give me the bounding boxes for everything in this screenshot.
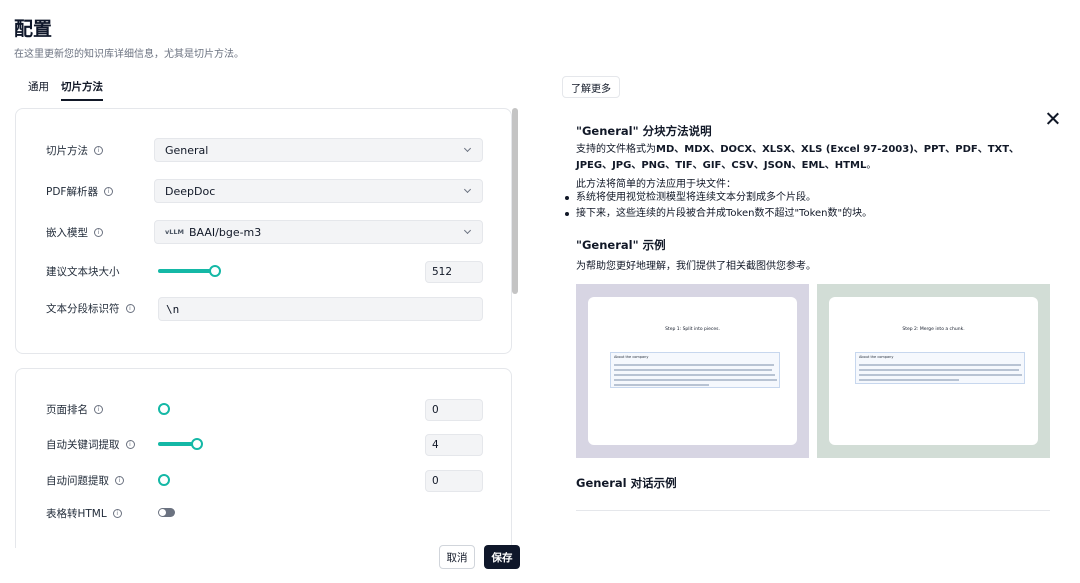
auto-keywords-label-text: 自动关键词提取 [46, 439, 120, 451]
auto-questions-input[interactable]: 0 [425, 470, 483, 492]
slider-thumb[interactable] [158, 403, 170, 415]
pdf-parser-label: PDF解析器 i [46, 184, 113, 199]
info-icon[interactable]: i [125, 304, 135, 313]
text-line [614, 374, 775, 376]
chunk-method-label: 切片方法 i [46, 143, 103, 158]
close-icon[interactable] [1046, 112, 1059, 125]
auto-questions-label: 自动问题提取 i [46, 473, 124, 488]
example-screenshot-step1: Step 1: Split into pieces. About the com… [576, 284, 809, 458]
chunk-method-label-text: 切片方法 [46, 145, 88, 157]
save-button[interactable]: 保存 [484, 545, 520, 569]
text-line [859, 374, 1022, 376]
info-icon[interactable]: i [94, 405, 103, 414]
page-subtitle: 在这里更新您的知识库详细信息，尤其是切片方法。 [14, 49, 244, 60]
example-description: 为帮助您更好地理解，我们提供了相关截图供您参考。 [576, 261, 816, 272]
slider-thumb[interactable] [191, 438, 203, 450]
slider-thumb[interactable] [158, 474, 170, 486]
toggle-knob [159, 509, 166, 516]
vllm-badge: vLLM [165, 228, 184, 236]
screenshot-excerpt: About the company [610, 352, 780, 388]
info-icon[interactable]: i [112, 509, 122, 518]
table-to-html-label-text: 表格转HTML [46, 508, 107, 520]
pdf-parser-value: DeepDoc [165, 184, 216, 198]
table-to-html-label: 表格转HTML i [46, 506, 122, 521]
page-rank-input[interactable]: 0 [425, 399, 483, 421]
method-title: "General" 分块方法说明 [576, 124, 712, 138]
text-line [614, 369, 772, 371]
chevron-down-icon [463, 185, 472, 194]
auto-questions-label-text: 自动问题提取 [46, 475, 109, 487]
auto-keywords-label: 自动关键词提取 i [46, 437, 135, 452]
screenshot-card: Step 2: Merge into a chunk. About the co… [829, 297, 1038, 445]
delimiter-input[interactable]: \n [158, 297, 483, 321]
pdf-parser-select[interactable]: DeepDoc [154, 179, 483, 203]
method-steps: 系统将使用视觉检测模型将连续文本分割成多个片段。 接下来，这些连续的片段被合并成… [562, 190, 872, 222]
form-scrollbar[interactable] [511, 108, 518, 534]
auto-keywords-input[interactable]: 4 [425, 434, 483, 456]
embedding-model-value: BAAI/bge-m3 [189, 225, 262, 239]
pdf-parser-label-text: PDF解析器 [46, 186, 98, 198]
page-title: 配置 [14, 18, 53, 40]
advanced-settings-card: 页面排名 i 0 自动关键词提取 i 4 自动问题提取 i 0 表格转HTML … [15, 368, 512, 548]
example-screenshot-step2: Step 2: Merge into a chunk. About the co… [817, 284, 1050, 458]
auto-questions-slider[interactable] [158, 474, 238, 486]
page-rank-label: 页面排名 i [46, 402, 103, 417]
screenshot-heading: About the company [614, 355, 649, 359]
screenshot-excerpt: About the company [855, 352, 1025, 384]
learn-more-button[interactable]: 了解更多 [562, 76, 620, 98]
text-line [859, 364, 1021, 366]
tab-chunk-method[interactable]: 切片方法 [61, 79, 103, 101]
embedding-model-label: 嵌入模型 i [46, 225, 103, 240]
chunk-size-input[interactable]: 512 [425, 261, 483, 283]
slider-track [158, 269, 215, 273]
info-icon[interactable]: i [103, 187, 113, 196]
chunk-settings-card: 切片方法 i General PDF解析器 i DeepDoc 嵌入模型 i v… [15, 108, 512, 354]
chevron-down-icon [463, 144, 472, 153]
chat-example-title: General 对话示例 [576, 476, 677, 490]
list-item: 接下来，这些连续的片段被合并成Token数不超过"Token数"的块。 [562, 206, 872, 222]
divider [576, 510, 1050, 511]
embedding-model-select[interactable]: vLLM BAAI/bge-m3 [154, 220, 483, 244]
chunk-size-label: 建议文本块大小 [46, 264, 120, 279]
text-line [859, 379, 959, 381]
embedding-model-label-text: 嵌入模型 [46, 227, 88, 239]
chunk-method-value: General [165, 143, 209, 157]
chunk-method-select[interactable]: General [154, 138, 483, 162]
info-icon[interactable]: i [115, 476, 124, 485]
text-line [614, 384, 709, 386]
table-to-html-toggle[interactable] [158, 508, 175, 517]
supported-formats: 支持的文件格式为MD、MDX、DOCX、XLSX、XLS (Excel 97-2… [576, 142, 1046, 174]
delimiter-label-text: 文本分段标识符 [46, 303, 120, 315]
screenshot-heading: About the company [859, 355, 894, 359]
scrollbar-thumb[interactable] [512, 108, 518, 294]
delimiter-label: 文本分段标识符 i [46, 301, 135, 316]
screenshot-title: Step 1: Split into pieces. [665, 327, 720, 332]
formats-prefix: 支持的文件格式为 [576, 144, 656, 155]
info-icon[interactable]: i [94, 146, 103, 155]
screenshot-title: Step 2: Merge into a chunk. [902, 327, 965, 332]
info-icon[interactable]: i [125, 440, 135, 449]
page-rank-slider[interactable] [158, 403, 238, 415]
method-intro: 此方法将简单的方法应用于块文件： [576, 179, 736, 190]
list-item: 系统将使用视觉检测模型将连续文本分割成多个片段。 [562, 190, 872, 206]
slider-thumb[interactable] [209, 265, 221, 277]
tab-general[interactable]: 通用 [28, 79, 49, 101]
info-icon[interactable]: i [94, 228, 103, 237]
example-title: "General" 示例 [576, 238, 666, 252]
chunk-size-slider[interactable] [158, 265, 238, 277]
page-rank-label-text: 页面排名 [46, 404, 88, 416]
cancel-button[interactable]: 取消 [439, 545, 475, 569]
text-line [859, 369, 1019, 371]
text-line [614, 364, 774, 366]
auto-keywords-slider[interactable] [158, 438, 238, 450]
chevron-down-icon [463, 226, 472, 235]
chunk-size-label-text: 建议文本块大小 [46, 266, 120, 278]
formats-suffix: 。 [866, 160, 877, 171]
screenshot-card: Step 1: Split into pieces. About the com… [588, 297, 797, 445]
tab-bar: 通用 切片方法 [28, 79, 103, 101]
text-line [614, 379, 777, 381]
